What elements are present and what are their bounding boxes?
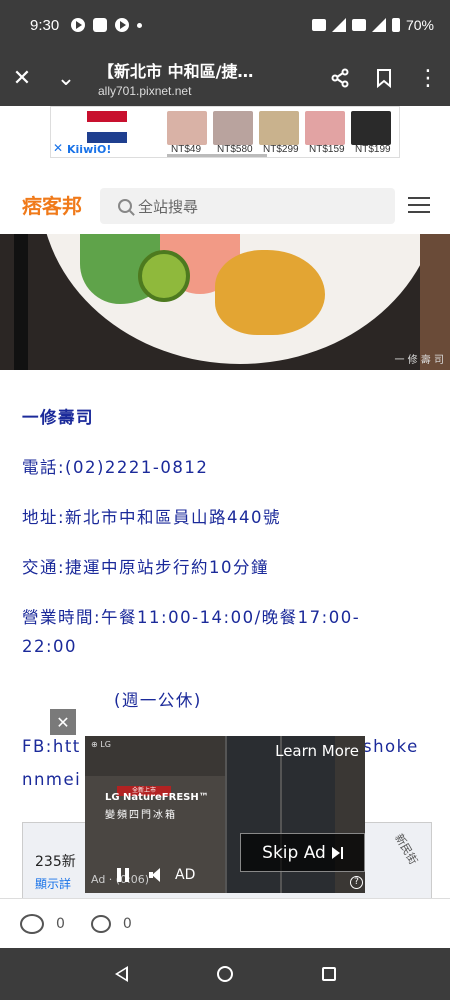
photos-notification-icon <box>93 18 108 32</box>
ad-product-image[interactable] <box>213 111 253 145</box>
phone-line: 電話:(02)2221-0812 <box>22 458 209 477</box>
ad-product-image[interactable] <box>351 111 391 145</box>
hours-line: 營業時間:午餐11:00-14:00/晚餐17:00- <box>22 608 361 627</box>
ad-product-price: NT$299 <box>263 144 299 155</box>
sea-urchin <box>215 250 325 335</box>
photo-caption: 一 修 壽 司 <box>394 355 444 366</box>
recents-icon[interactable] <box>321 967 336 981</box>
skip-ad-label: Skip Ad <box>262 842 326 863</box>
hamburger-icon[interactable] <box>408 197 430 213</box>
map-road-label: 新民街 <box>392 831 420 867</box>
article-action-bar: 0 0 <box>0 898 450 948</box>
fb-link-2[interactable]: nnmei <box>22 770 81 789</box>
video-ad[interactable]: ⊕ LG Learn More 全新上市 LG NatureFRESH™ 變頻四… <box>85 736 365 893</box>
skip-icon <box>331 846 343 859</box>
more-notifications-icon <box>137 22 143 28</box>
more-icon: ⋮ <box>417 65 439 91</box>
search-input[interactable]: 全站搜尋 <box>100 188 395 224</box>
collapse-icon: ⌄ <box>56 65 76 91</box>
lime-slice <box>138 250 190 302</box>
emoji-icon <box>20 913 44 934</box>
page-info[interactable]: 【新北市 中和區/捷… ally701.pixnet.net <box>88 58 318 98</box>
page-title: 【新北市 中和區/捷… <box>98 62 254 81</box>
status-time: 9:30 <box>30 16 60 34</box>
ad-product-image[interactable] <box>167 111 207 145</box>
share-button[interactable] <box>318 56 362 100</box>
top-banner-ad[interactable]: ✕ KiiwiO! NT$49 NT$580 NT$299 NT$159 NT$199 <box>50 106 400 158</box>
close-tab-button[interactable]: ✕ <box>0 56 44 100</box>
back-icon[interactable] <box>114 966 128 982</box>
video-ad-close-button[interactable]: ✕ <box>50 709 76 735</box>
notification-icons <box>71 18 143 32</box>
ad-product-image[interactable] <box>305 111 345 145</box>
youtube-notification-icon <box>71 18 86 32</box>
share-icon <box>331 68 349 88</box>
wood-tray <box>420 234 450 370</box>
battery-percent: 70% <box>405 17 434 33</box>
map-details-link[interactable]: 顯示詳 <box>35 875 71 892</box>
video-notification-icon <box>115 18 130 32</box>
collapse-button[interactable]: ⌄ <box>44 56 88 100</box>
battery-icon <box>391 18 400 32</box>
ad-label: AD <box>175 867 196 883</box>
search-placeholder: 全站搜尋 <box>138 197 199 216</box>
learn-more-link[interactable]: Learn More <box>275 742 359 760</box>
flag-image <box>87 111 127 143</box>
search-icon <box>118 199 132 213</box>
lg-logo: ⊕ LG <box>91 740 111 749</box>
ad-scrollbar[interactable] <box>167 154 267 157</box>
wifi-icon <box>331 18 346 32</box>
close-icon: ✕ <box>12 65 32 91</box>
chopsticks <box>14 234 28 370</box>
product-subtitle: 變頻四門冰箱 <box>105 810 177 821</box>
comment-button[interactable]: 0 <box>79 914 132 933</box>
ad-brand: KiiwiO! <box>67 143 112 156</box>
page-url: ally701.pixnet.net <box>98 84 192 98</box>
ad-product-price: NT$159 <box>309 144 345 155</box>
comment-icon <box>90 914 111 933</box>
status-bar: 9:30 70% <box>0 0 450 50</box>
fb-link-tail[interactable]: shoke <box>363 737 419 756</box>
pause-icon[interactable] <box>117 868 129 882</box>
system-nav-bar <box>0 948 450 1000</box>
home-icon[interactable] <box>216 966 233 982</box>
browser-toolbar: ✕ ⌄ 【新北市 中和區/捷… ally701.pixnet.net ⋮ <box>0 50 450 106</box>
closed-day: (週一公休) <box>114 691 202 710</box>
close-icon: ✕ <box>56 712 70 732</box>
auto-icon <box>311 19 326 31</box>
screen: 9:30 70% ✕ ⌄ 【新北市 中和區/捷… ally701.pixnet.… <box>0 0 450 1000</box>
hours-line-2: 22:00 <box>22 637 78 656</box>
more-button[interactable]: ⋮ <box>406 56 450 100</box>
site-logo[interactable]: 痞客邦 <box>22 190 82 219</box>
site-header: 痞客邦 全站搜尋 <box>0 170 450 234</box>
skip-ad-button[interactable]: Skip Ad <box>240 833 365 872</box>
transport-line: 交通:捷運中原站步行約10分鐘 <box>22 558 270 577</box>
ad-product-image[interactable] <box>259 111 299 145</box>
restaurant-name: 一修壽司 <box>22 408 94 427</box>
system-icons: 70% <box>311 17 434 33</box>
bookmark-icon <box>377 69 391 88</box>
bookmark-button[interactable] <box>362 56 406 100</box>
ad-product-price: NT$199 <box>355 144 391 155</box>
volte-icon <box>351 19 366 31</box>
mute-icon[interactable] <box>149 868 161 882</box>
ad-close-icon[interactable]: ✕ <box>53 141 63 155</box>
hero-photo: 一 修 壽 司 <box>0 234 450 370</box>
address-line: 地址:新北市中和區員山路440號 <box>22 508 282 527</box>
signal-icon <box>371 18 386 32</box>
like-count: 0 <box>56 915 65 932</box>
fb-link[interactable]: FB:htt <box>22 737 81 756</box>
product-name: LG NatureFRESH™ <box>105 792 209 803</box>
like-button[interactable]: 0 <box>20 913 65 934</box>
help-icon[interactable]: ? <box>350 876 363 889</box>
comment-count: 0 <box>122 915 132 932</box>
map-place-name: 235新 <box>35 854 76 870</box>
